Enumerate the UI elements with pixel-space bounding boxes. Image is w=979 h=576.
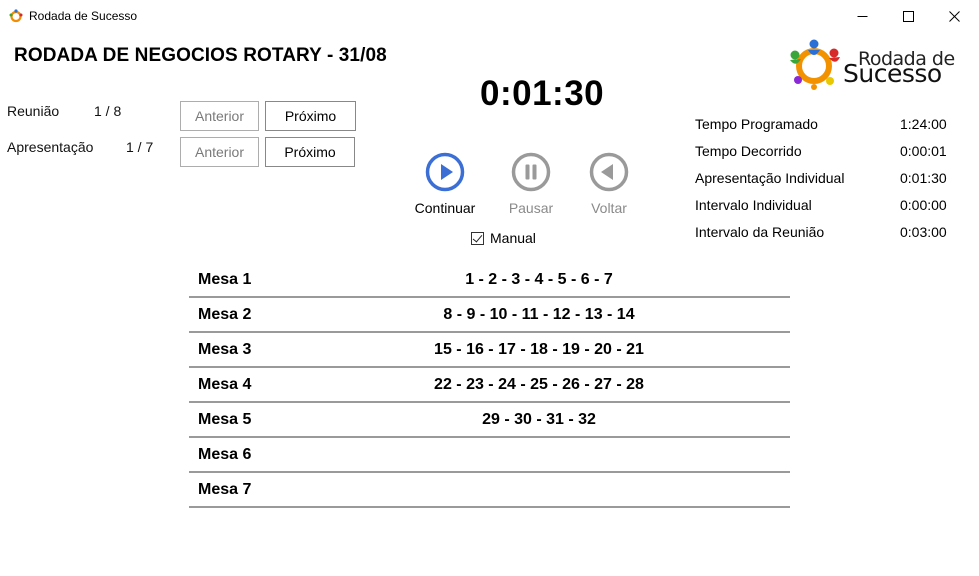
continue-label: Continuar xyxy=(414,200,476,216)
manual-label: Manual xyxy=(490,230,536,246)
presentation-previous-button[interactable]: Anterior xyxy=(180,137,259,167)
stat-value: 0:01:30 xyxy=(900,170,947,186)
presentation-label: Apresentação xyxy=(7,139,94,155)
stat-value: 0:00:00 xyxy=(900,197,947,213)
title-bar: Rodada de Sucesso xyxy=(0,0,979,32)
back-button[interactable]: Voltar xyxy=(569,152,649,216)
close-icon xyxy=(948,10,960,22)
countdown-timer: 0:01:30 xyxy=(480,74,605,113)
pause-icon xyxy=(511,152,551,192)
back-label: Voltar xyxy=(591,200,627,216)
pause-button[interactable]: Pausar xyxy=(491,152,571,216)
mesa-members: 15 - 16 - 17 - 18 - 19 - 20 - 21 xyxy=(434,341,644,358)
meeting-count: 1 / 8 xyxy=(94,103,122,119)
meeting-label: Reunião xyxy=(7,103,60,119)
logo-text-line2: Sucesso xyxy=(843,59,942,88)
table-row: Mesa 5 29 - 30 - 31 - 32 xyxy=(189,403,790,438)
stat-row: Apresentação Individual 0:01:30 xyxy=(695,170,955,197)
brand-logo: Rodada de Sucesso xyxy=(788,38,960,90)
mesa-members: 8 - 9 - 10 - 11 - 12 - 13 - 14 xyxy=(443,306,635,323)
continue-button[interactable]: Continuar xyxy=(405,152,485,216)
stat-label: Tempo Decorrido xyxy=(695,143,802,159)
stat-value: 0:00:01 xyxy=(900,143,947,159)
minimize-button[interactable] xyxy=(839,0,885,32)
table-row: Mesa 6 xyxy=(189,438,790,473)
stat-row: Tempo Decorrido 0:00:01 xyxy=(695,143,955,170)
manual-checkbox-row[interactable]: Manual xyxy=(471,230,536,246)
stat-row: Intervalo Individual 0:00:00 xyxy=(695,197,955,224)
stat-row: Tempo Programado 1:24:00 xyxy=(695,116,955,143)
back-icon xyxy=(589,152,629,192)
mesa-name: Mesa 7 xyxy=(198,481,252,498)
minimize-icon xyxy=(857,15,867,17)
play-icon xyxy=(425,152,465,192)
pause-label: Pausar xyxy=(508,200,554,216)
presentation-count: 1 / 7 xyxy=(126,139,154,155)
table-row: Mesa 7 xyxy=(189,473,790,508)
meeting-previous-button[interactable]: Anterior xyxy=(180,101,259,131)
time-stats-panel: Tempo Programado 1:24:00 Tempo Decorrido… xyxy=(695,116,955,251)
mesa-members: 1 - 2 - 3 - 4 - 5 - 6 - 7 xyxy=(465,271,613,288)
stat-label: Intervalo da Reunião xyxy=(695,224,825,240)
stat-label: Apresentação Individual xyxy=(695,170,845,186)
table-row: Mesa 1 1 - 2 - 3 - 4 - 5 - 6 - 7 xyxy=(189,263,790,298)
mesa-name: Mesa 6 xyxy=(198,446,252,463)
close-button[interactable] xyxy=(931,0,977,32)
people-circle-logo-icon xyxy=(790,39,840,90)
mesa-members: 29 - 30 - 31 - 32 xyxy=(482,411,596,428)
mesa-table: Mesa 1 1 - 2 - 3 - 4 - 5 - 6 - 7 Mesa 2 … xyxy=(189,263,790,508)
window-title: Rodada de Sucesso xyxy=(29,9,138,23)
mesa-members: 22 - 23 - 24 - 25 - 26 - 27 - 28 xyxy=(434,376,644,393)
stat-label: Intervalo Individual xyxy=(695,197,812,213)
presentation-next-button[interactable]: Próximo xyxy=(265,137,355,167)
table-row: Mesa 4 22 - 23 - 24 - 25 - 26 - 27 - 28 xyxy=(189,368,790,403)
stat-value: 1:24:00 xyxy=(900,116,947,132)
app-logo-icon xyxy=(9,9,23,23)
stat-row: Intervalo da Reunião 0:03:00 xyxy=(695,224,955,251)
table-row: Mesa 3 15 - 16 - 17 - 18 - 19 - 20 - 21 xyxy=(189,333,790,368)
meeting-next-button[interactable]: Próximo xyxy=(265,101,356,131)
manual-checkbox[interactable] xyxy=(471,231,484,245)
maximize-icon xyxy=(902,10,914,22)
page-title: RODADA DE NEGOCIOS ROTARY - 31/08 xyxy=(14,45,387,66)
stat-value: 0:03:00 xyxy=(900,224,947,240)
table-row: Mesa 2 8 - 9 - 10 - 11 - 12 - 13 - 14 xyxy=(189,298,790,333)
stat-label: Tempo Programado xyxy=(695,116,818,132)
maximize-button[interactable] xyxy=(885,0,931,32)
